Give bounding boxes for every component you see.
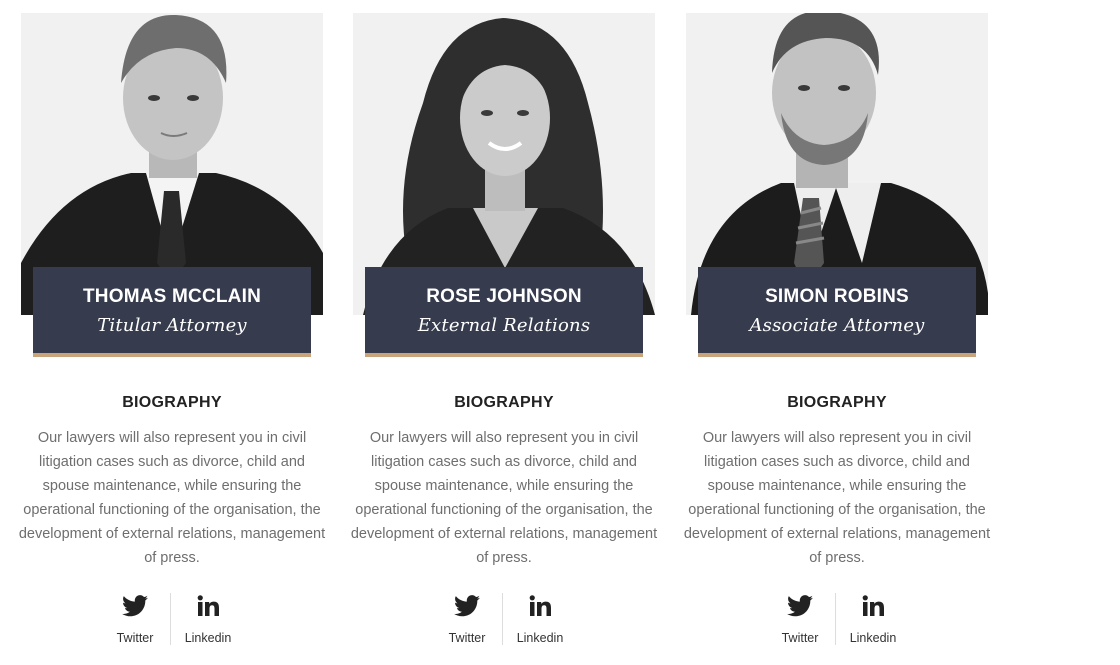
biography-text: Our lawyers will also represent you in c… bbox=[350, 430, 658, 566]
nameplate: ROSE JOHNSON External Relations bbox=[365, 267, 643, 357]
linkedin-label: Linkedin bbox=[184, 631, 232, 645]
linkedin-link[interactable]: Linkedin bbox=[173, 593, 243, 645]
biography-heading: BIOGRAPHY bbox=[122, 394, 222, 411]
twitter-icon bbox=[432, 595, 502, 625]
twitter-link[interactable]: Twitter bbox=[765, 593, 835, 645]
member-name: THOMAS MCCLAIN bbox=[82, 286, 261, 307]
linkedin-icon bbox=[173, 595, 243, 625]
linkedin-icon bbox=[505, 595, 575, 625]
member-name: ROSE JOHNSON bbox=[426, 286, 582, 307]
twitter-label: Twitter bbox=[448, 631, 486, 645]
biography-text: Our lawyers will also represent you in c… bbox=[683, 430, 991, 566]
biography-text: Our lawyers will also represent you in c… bbox=[18, 430, 326, 566]
linkedin-label: Linkedin bbox=[849, 631, 897, 645]
social-divider bbox=[170, 593, 171, 645]
twitter-icon bbox=[765, 595, 835, 625]
team-member-card: ROSE JOHNSON External Relations BIOGRAPH… bbox=[351, 13, 657, 658]
linkedin-icon bbox=[838, 595, 908, 625]
social-divider bbox=[835, 593, 836, 645]
nameplate: THOMAS MCCLAIN Titular Attorney bbox=[33, 267, 311, 357]
twitter-icon bbox=[100, 595, 170, 625]
biography-heading: BIOGRAPHY bbox=[454, 394, 554, 411]
linkedin-link[interactable]: Linkedin bbox=[505, 593, 575, 645]
twitter-link[interactable]: Twitter bbox=[432, 593, 502, 645]
linkedin-label: Linkedin bbox=[516, 631, 564, 645]
social-links: Twitter Linkedin bbox=[686, 593, 988, 645]
team-member-card: THOMAS MCCLAIN Titular Attorney BIOGRAPH… bbox=[19, 13, 325, 658]
member-role: External Relations bbox=[417, 315, 591, 336]
member-role: Associate Attorney bbox=[749, 315, 925, 336]
social-links: Twitter Linkedin bbox=[353, 593, 655, 645]
twitter-label: Twitter bbox=[116, 631, 154, 645]
twitter-label: Twitter bbox=[781, 631, 819, 645]
nameplate: SIMON ROBINS Associate Attorney bbox=[698, 267, 976, 357]
team-member-card: SIMON ROBINS Associate Attorney BIOGRAPH… bbox=[684, 13, 990, 658]
twitter-link[interactable]: Twitter bbox=[100, 593, 170, 645]
social-links: Twitter Linkedin bbox=[21, 593, 323, 645]
linkedin-link[interactable]: Linkedin bbox=[838, 593, 908, 645]
member-role: Titular Attorney bbox=[97, 315, 247, 336]
biography-heading: BIOGRAPHY bbox=[787, 394, 887, 411]
team-section: THOMAS MCCLAIN Titular Attorney BIOGRAPH… bbox=[0, 0, 1120, 665]
social-divider bbox=[502, 593, 503, 645]
member-name: SIMON ROBINS bbox=[765, 286, 909, 307]
